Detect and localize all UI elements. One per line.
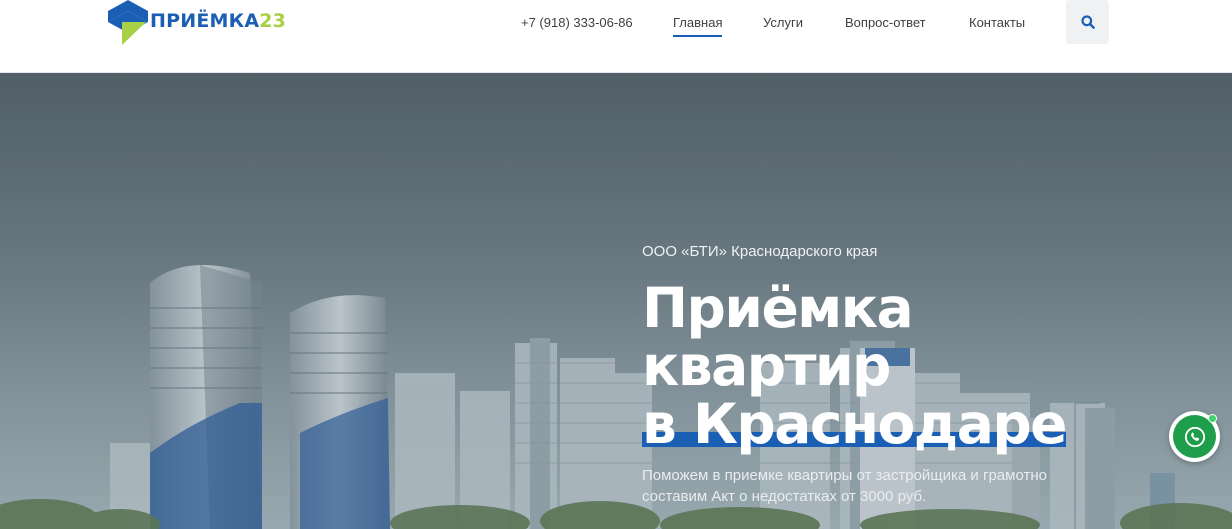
- nav-item-home[interactable]: Главная: [673, 15, 723, 37]
- search-icon: [1080, 15, 1095, 29]
- search-button[interactable]: [1066, 0, 1109, 44]
- phone-icon: [1184, 426, 1205, 447]
- site-header: ПРИЁМКА23 +7 (918) 333-06-86 Главная Усл…: [0, 0, 1232, 73]
- hero-section: ООО «БТИ» Краснодарского края Приёмка кв…: [0, 73, 1232, 529]
- hero-subtitle: Поможем в приемке квартиры от застройщик…: [642, 467, 1047, 505]
- hero-title: Приёмка квартир в Краснодаре: [642, 279, 1142, 453]
- call-button[interactable]: [1169, 411, 1220, 462]
- nav-item-contacts[interactable]: Контакты: [969, 15, 1025, 30]
- online-indicator: [1208, 414, 1217, 423]
- nav-item-services[interactable]: Услуги: [763, 15, 803, 30]
- main-nav: +7 (918) 333-06-86 Главная Услуги Вопрос…: [0, 0, 1232, 45]
- nav-item-faq[interactable]: Вопрос-ответ: [845, 15, 926, 30]
- hero-title-line-2: квартир: [642, 334, 891, 398]
- hero-title-line-3: в Краснодаре: [642, 392, 1068, 456]
- phone-link[interactable]: +7 (918) 333-06-86: [521, 15, 633, 30]
- hero-kicker: ООО «БТИ» Краснодарского края: [642, 243, 878, 260]
- hero-title-line-1: Приёмка: [642, 276, 914, 340]
